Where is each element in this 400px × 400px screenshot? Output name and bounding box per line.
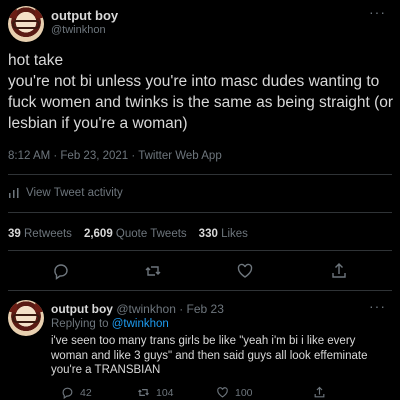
likes-stat[interactable]: 330 Likes <box>199 228 248 240</box>
reply-text: i've seen too many trans girls be like "… <box>51 335 368 376</box>
reply-like[interactable]: 100 <box>216 386 253 399</box>
reply-author[interactable]: output boy @twinkhon · Feb 23 <box>51 302 224 316</box>
reply-date: · Feb 23 <box>179 302 224 316</box>
reply-share[interactable] <box>313 386 326 399</box>
comment-icon <box>62 387 73 399</box>
divider <box>8 174 392 175</box>
reply-actions: 42 104 100 <box>51 386 391 400</box>
retweet-icon <box>138 389 149 396</box>
view-activity-link[interactable]: View Tweet activity <box>8 187 123 199</box>
divider <box>8 212 392 213</box>
tweet-meta: 8:12 AM · Feb 23, 2021 · Twitter Web App <box>8 150 222 162</box>
tweet-text: hot take you're not bi unless you're int… <box>8 52 394 132</box>
like-icon[interactable] <box>236 262 254 280</box>
more-icon[interactable]: ··· <box>369 298 386 314</box>
share-icon[interactable] <box>330 262 348 280</box>
divider <box>8 290 392 291</box>
tweet-actions <box>0 262 400 280</box>
divider <box>8 250 392 251</box>
comment-icon[interactable] <box>52 262 70 280</box>
more-icon[interactable]: ··· <box>369 4 386 20</box>
reply-author-handle: @twinkhon <box>116 302 176 316</box>
like-icon <box>217 387 228 398</box>
retweets-stat[interactable]: 39 Retweets <box>8 228 72 240</box>
reply-avatar[interactable] <box>8 300 44 336</box>
reply-author-name: output boy <box>51 302 113 316</box>
avatar[interactable] <box>8 6 44 42</box>
author-handle[interactable]: @twinkhon <box>51 24 106 36</box>
analytics-icon <box>9 188 19 198</box>
tweet-stats: 39 Retweets 2,609 Quote Tweets 330 Likes <box>8 228 248 240</box>
retweet-icon[interactable] <box>144 262 162 280</box>
replying-to-link[interactable]: @twinkhon <box>112 318 169 330</box>
reply-retweet[interactable]: 104 <box>137 386 174 399</box>
reply-comment[interactable]: 42 <box>61 386 92 399</box>
replying-to: Replying to @twinkhon <box>51 318 169 330</box>
share-icon <box>314 386 325 398</box>
quotes-stat[interactable]: 2,609 Quote Tweets <box>84 228 187 240</box>
author-name[interactable]: output boy <box>51 8 118 23</box>
view-activity-label: View Tweet activity <box>26 187 123 199</box>
